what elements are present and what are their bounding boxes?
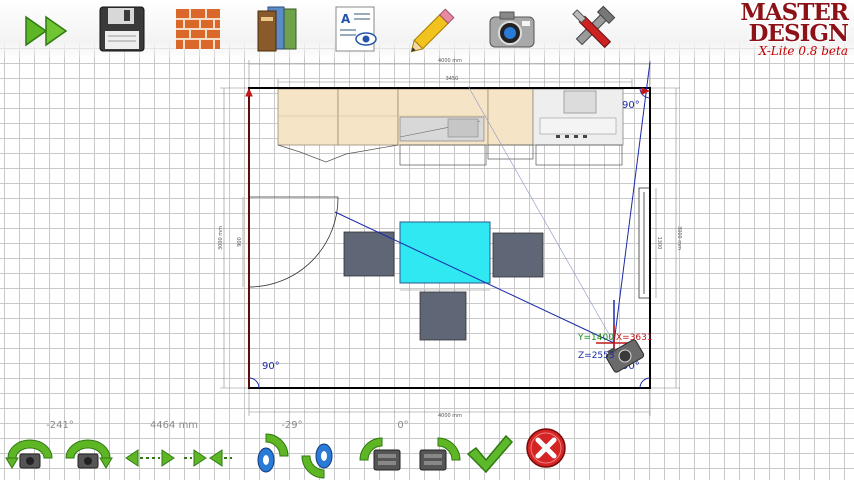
svg-text:A: A <box>341 12 351 26</box>
top-toolbar: A MASTER DESIGN X-Lite 0.8 beta <box>0 0 854 60</box>
dim-left-outer: 3000 mm <box>218 226 224 250</box>
tools-button[interactable] <box>562 2 622 56</box>
cancel-button[interactable] <box>520 428 572 480</box>
camera-tilt-down-icon <box>301 443 333 479</box>
floppy-disk-icon <box>99 6 145 52</box>
view-document-icon: A <box>335 6 377 52</box>
catalog-button[interactable] <box>248 2 308 56</box>
app-logo: MASTER DESIGN X-Lite 0.8 beta <box>740 1 849 58</box>
play-button[interactable] <box>18 2 78 56</box>
roll-right-button[interactable] <box>412 428 464 480</box>
camera-roll-right-icon <box>419 437 461 471</box>
tilt-up-button[interactable] <box>240 428 292 480</box>
edit-button[interactable] <box>404 2 464 56</box>
pencil-icon <box>410 8 455 53</box>
camera-button[interactable] <box>482 2 542 56</box>
brick-wall-icon <box>176 9 220 49</box>
app-canvas[interactable]: 4000 mm 3450 3000 mm 900 3000 mm 1300 40… <box>0 0 854 480</box>
confirm-button[interactable] <box>464 428 516 480</box>
tilt-down-button[interactable] <box>298 428 350 480</box>
view-button[interactable]: A <box>326 2 386 56</box>
camera-z-readout: Z=2553 <box>578 351 615 361</box>
dim-left-inner: 900 <box>237 237 243 247</box>
dining-table[interactable] <box>399 221 491 284</box>
walls-button[interactable] <box>168 2 228 56</box>
save-button[interactable] <box>92 2 152 56</box>
dim-top-inner: 3450 <box>446 76 459 82</box>
floor-plan[interactable]: 4000 mm 3450 3000 mm 900 3000 mm 1300 40… <box>0 0 854 480</box>
camera-roll-left-icon <box>359 437 401 471</box>
angle-bottom-left: 90° <box>262 361 280 372</box>
rotate-right-button[interactable] <box>62 428 114 480</box>
angle-top-right: 90° <box>622 100 640 111</box>
move-closer-button[interactable] <box>182 428 234 480</box>
checkmark-icon <box>466 434 514 474</box>
fast-forward-icon <box>25 15 68 47</box>
tools-icon <box>572 5 616 49</box>
camera-tilt-up-icon <box>257 433 289 473</box>
arrows-together-icon <box>184 449 232 467</box>
books-icon <box>257 6 297 52</box>
move-away-button[interactable] <box>124 428 176 480</box>
dim-right-outer: 3000 mm <box>676 226 682 250</box>
arrows-apart-icon <box>125 449 175 467</box>
camera-x-readout: X=3631 <box>616 333 653 343</box>
camera-y-readout: Y=1400 <box>577 333 614 343</box>
camera-rotate-right-icon <box>65 439 113 469</box>
close-icon <box>526 428 566 468</box>
camera-control-bar: -241° 4464 mm -29° 0° <box>0 418 854 480</box>
camera-rotate-left-icon <box>5 439 53 469</box>
camera-icon <box>489 11 535 48</box>
logo-line-2: DESIGN <box>748 20 849 47</box>
rotate-left-button[interactable] <box>4 428 56 480</box>
roll-left-button[interactable] <box>356 428 408 480</box>
dim-right-inner: 1300 <box>656 237 662 250</box>
window[interactable] <box>638 187 651 299</box>
